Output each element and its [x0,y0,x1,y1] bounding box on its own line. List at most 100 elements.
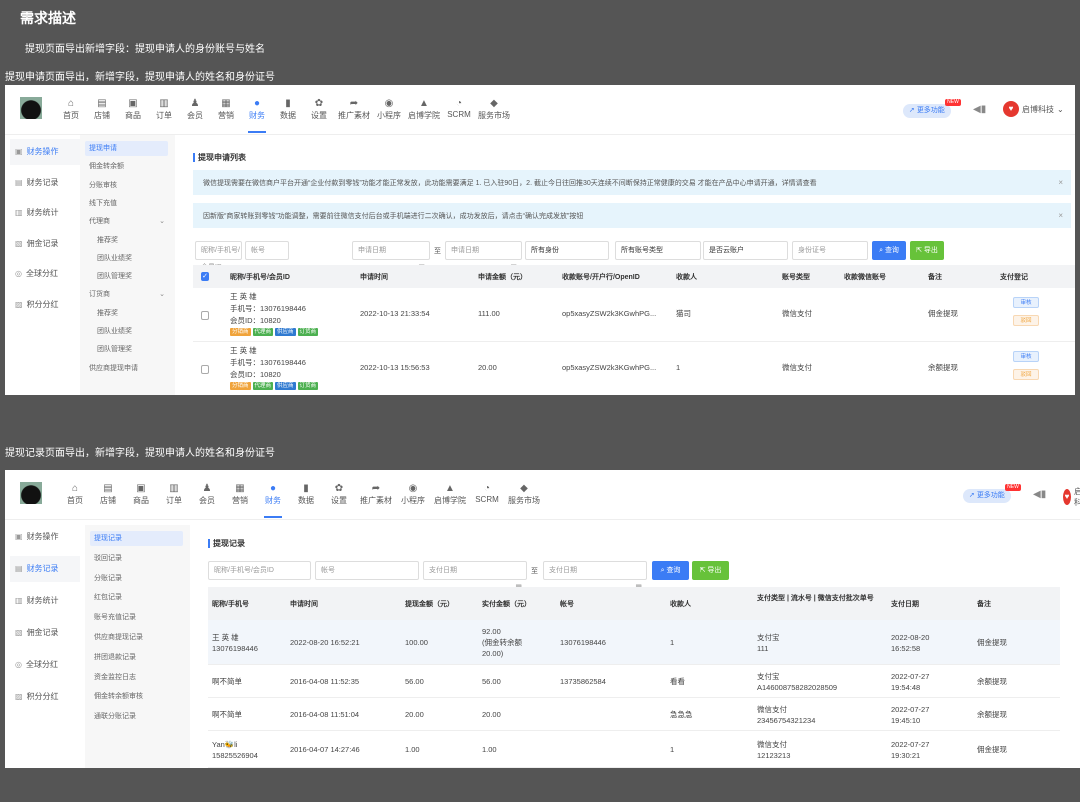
submenu-item[interactable]: 分账记录 [90,571,183,586]
account-type-select[interactable]: 所有账号类型⌄ [615,241,701,271]
table-cell: 1.00 [482,745,497,754]
account-input[interactable]: 帐号 [245,241,289,260]
submenu-item[interactable]: 驳回记录 [90,551,183,566]
sidebar-item-4[interactable]: ◎ 全球分红 [10,261,80,287]
nav-item-4[interactable]: ♟ 会员 [178,97,212,121]
nav-item-8[interactable]: ✿ 设置 [322,482,356,506]
nav-item-8[interactable]: ✿ 设置 [302,97,336,121]
submenu-item[interactable]: 分账审核 [85,178,168,193]
reject-button[interactable]: 驳回 [1013,369,1039,380]
select-all-checkbox[interactable]: ✓ [201,272,209,281]
sidebar-item-3[interactable]: ▧ 佣金记录 [10,231,80,257]
sidebar-item-4[interactable]: ◎ 全球分红 [10,652,80,678]
close-icon[interactable]: × [1058,178,1063,187]
export-button[interactable]: ⇱ 导出 [692,561,729,580]
sidebar-item-0[interactable]: ▣ 财务操作 [10,139,80,165]
sidebar-label: 佣金记录 [26,628,59,637]
nav-item-5[interactable]: ▦ 营销 [223,482,257,506]
submenu-item[interactable]: 推荐奖 [85,306,168,321]
nav-item-6[interactable]: ● 财务 [256,482,290,518]
submenu-item[interactable]: 团队业绩奖 [85,251,168,266]
sidebar-item-5[interactable]: ▨ 积分分红 [10,684,80,710]
table-cell: 2022-08-20 16:52:58 [891,632,930,653]
nav-item-2[interactable]: ▣ 商品 [124,482,158,506]
table-cell: 2022-07-27 19:54:48 [891,671,930,692]
search-button[interactable]: ⌕ 查询 [652,561,689,580]
reject-button[interactable]: 驳回 [1013,315,1039,326]
submenu-item[interactable]: 团队管理奖 [85,342,168,357]
cloud-account-select[interactable]: 是否云账户⌄ [703,241,788,271]
id-card-input[interactable]: 身份证号 [792,241,868,260]
search-button[interactable]: ⌕ 查询 [872,241,906,260]
nav-item-1[interactable]: ▤ 店铺 [91,482,125,506]
sidebar-item-1[interactable]: ▤ 财务记录 [10,556,80,582]
pay-date-start[interactable]: 支付日期▦ [423,561,527,591]
table-cell: 支付宝 111 [757,632,780,653]
submenu-item[interactable]: 拼团退款记录 [90,650,183,665]
name-search-input[interactable]: 昵称/手机号/会员ID [195,241,242,271]
nav-item-13[interactable]: ◆ 服务市场 [472,97,516,121]
order-icon: ▥ [169,483,179,494]
nav-item-6[interactable]: ● 财务 [240,97,274,133]
nav-item-13[interactable]: ◆ 服务市场 [502,482,546,506]
submenu-item[interactable]: 提现记录 [90,531,183,546]
sidebar-item-2[interactable]: ▥ 财务统计 [10,200,80,226]
applicant-name: 王 英 雄 [230,346,257,355]
submenu-item[interactable]: 线下充值 [85,196,168,211]
close-icon[interactable]: × [1058,211,1063,220]
submenu-item[interactable]: 供应商提现申请 [85,361,168,376]
submenu-item[interactable]: 资金监控日志 [90,670,183,685]
speaker-icon[interactable]: ◀▮ [1033,489,1046,500]
pay-date-end[interactable]: 支付日期▦ [543,561,647,591]
account-input[interactable]: 帐号 [315,561,419,580]
account-menu[interactable]: ♥启博科技⌄ [1063,486,1080,508]
row-checkbox[interactable] [201,311,209,320]
identity-select[interactable]: 所有身份⌄ [525,241,609,271]
column-header: 备注 [977,601,991,608]
submenu-item[interactable]: 账号充值记录 [90,610,183,625]
submenu-item[interactable]: 佣金转余额审核 [90,689,183,704]
sidebar-item-5[interactable]: ▨ 积分分红 [10,292,80,318]
withdraw-apply-screenshot: ⌂ 首页 ▤ 店铺 ▣ 商品 ▥ 订单 ♟ 会员 ▦ 营销 ● 财务 ▮ 数据 ✿ 设置 ➦ 推广素材 ◉ 小程序 ▲ 启博学… [5,85,1075,395]
submenu-item[interactable]: 提现申请 [85,141,168,156]
apply-date-end[interactable]: 申请日期▦ [445,241,522,271]
name-search-input[interactable]: 昵称/手机号/会员ID [208,561,311,580]
submenu-item[interactable]: 团队业绩奖 [85,324,168,339]
submenu: 提现记录驳回记录分账记录红包记录账号充值记录 供应商提现记录 拼团退款记录 资金监控日… [85,525,190,768]
account-menu[interactable]: ♥启博科技⌄ [1003,101,1064,117]
approve-button[interactable]: 审核 [1013,297,1039,308]
submenu-item[interactable]: 佣金转余额 [85,159,168,174]
sidebar-item-2[interactable]: ▥ 财务统计 [10,588,80,614]
nav-item-0[interactable]: ⌂ 首页 [54,97,88,121]
export-button[interactable]: ⇱ 导出 [910,241,944,260]
row-checkbox[interactable] [201,365,209,374]
new-badge: NEW [945,99,961,106]
submenu-item[interactable]: 通联分账记录 [90,709,183,724]
sidebar-item-3[interactable]: ▧ 佣金记录 [10,620,80,646]
sidebar-item-1[interactable]: ▤ 财务记录 [10,170,80,196]
nav-item-2[interactable]: ▣ 商品 [116,97,150,121]
more-features-button[interactable]: ➚ 更多功能 NEW [963,484,1021,503]
submenu-item[interactable]: 供应商提现记录 [90,630,183,645]
applicant-phone: 手机号：13076198446 [230,304,306,313]
apply-date-start[interactable]: 申请日期▦ [352,241,430,271]
nav-item-0[interactable]: ⌂ 首页 [58,482,92,506]
approve-button[interactable]: 审核 [1013,351,1039,362]
submenu-item[interactable]: 团队管理奖 [85,269,168,284]
submenu-item[interactable]: 订货商 [85,287,168,302]
nav-item-5[interactable]: ▦ 营销 [209,97,243,121]
nav-item-3[interactable]: ▥ 订单 [157,482,191,506]
more-features-button[interactable]: ➚ 更多功能 NEW [903,99,961,118]
nav-item-4[interactable]: ♟ 会员 [190,482,224,506]
nav-item-1[interactable]: ▤ 店铺 [85,97,119,121]
submenu-item[interactable]: 推荐奖 [85,233,168,248]
submenu-item[interactable]: 代理商 [85,214,168,229]
applicant-phone: 手机号：13076198446 [230,358,306,367]
submenu-item[interactable]: 红包记录 [90,590,183,605]
sidebar-item-0[interactable]: ▣ 财务操作 [10,524,80,550]
speaker-icon[interactable]: ◀▮ [973,104,986,115]
marketing-icon: ▦ [221,98,231,109]
nav-item-3[interactable]: ▥ 订单 [147,97,181,121]
nav-item-7[interactable]: ▮ 数据 [271,97,305,121]
nav-item-7[interactable]: ▮ 数据 [289,482,323,506]
